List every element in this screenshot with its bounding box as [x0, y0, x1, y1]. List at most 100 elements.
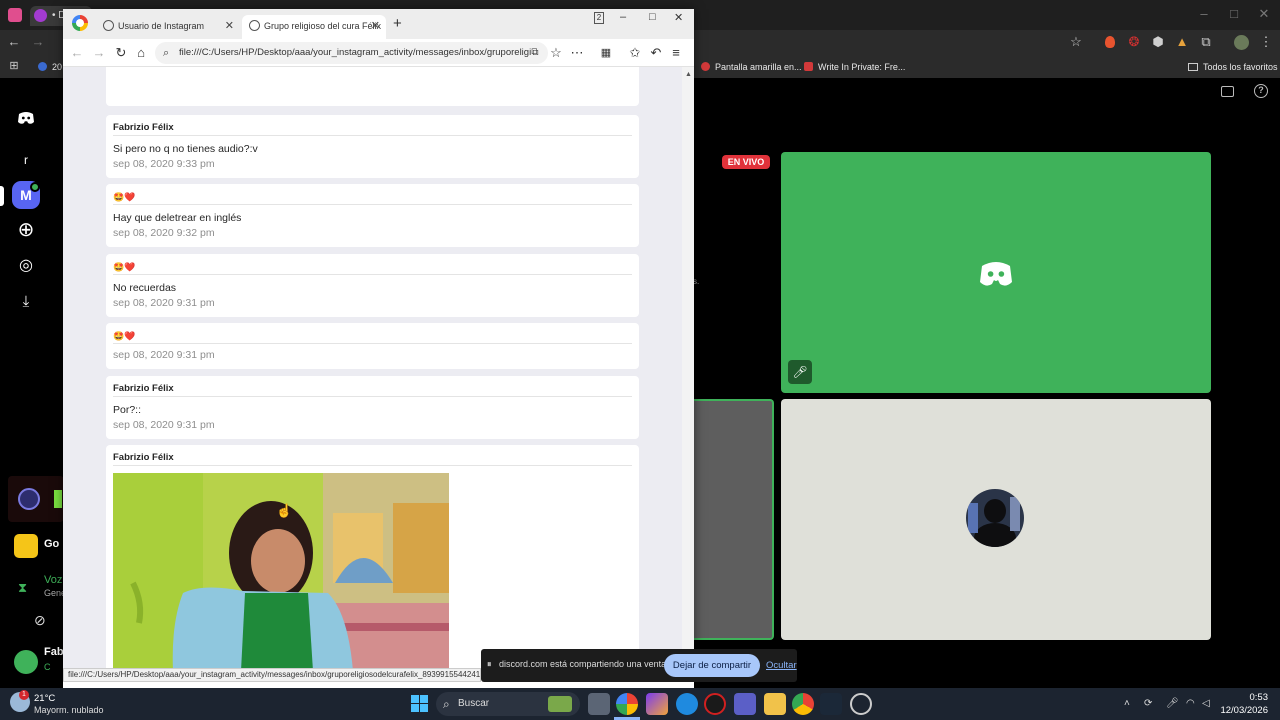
stream-off-icon[interactable]: ⊘ — [34, 612, 46, 629]
hide-share-bar-link[interactable]: Ocultar — [766, 660, 797, 671]
message-text: Por?:: — [113, 404, 142, 416]
close-button[interactable]: ✕ — [674, 11, 683, 24]
message-card — [106, 67, 639, 106]
game-icon — [18, 488, 40, 510]
copilot-icon[interactable] — [646, 693, 668, 715]
close-tab-icon[interactable]: ✕ — [371, 15, 380, 37]
search-icon: ⌕ — [443, 697, 450, 711]
microphone-icon[interactable]: 🎤︎ — [1166, 697, 1179, 711]
more-icon[interactable]: ⋯ — [569, 45, 585, 61]
new-tab-button[interactable]: + — [393, 15, 402, 32]
bookmark-item[interactable]: Pantalla amarilla en... — [701, 60, 802, 74]
screen-share-bar: ⏸ discord.com está compartiendo una vent… — [481, 649, 797, 682]
video-icon — [701, 62, 710, 71]
back-icon[interactable]: ← — [6, 35, 22, 51]
extension-icon[interactable]: ❂ — [1126, 35, 1142, 51]
favorites-icon[interactable]: ✩ — [627, 45, 643, 61]
volume-icon[interactable]: ◁ — [1202, 697, 1210, 711]
help-icon[interactable]: ? — [1254, 84, 1268, 98]
star-icon[interactable]: ☆ — [1068, 35, 1084, 51]
minimize-icon[interactable]: – — [1196, 7, 1212, 23]
forward-icon[interactable]: → — [91, 45, 107, 61]
inbox-icon[interactable] — [1221, 86, 1234, 97]
discord-sidebar: r M ⊕ ◎ ⤓ — [0, 100, 64, 688]
clock-time[interactable]: 0:53 — [1228, 692, 1269, 703]
app-icon[interactable] — [704, 693, 726, 715]
discord-icon[interactable] — [12, 104, 40, 132]
stop-sharing-button[interactable]: Dejar de compartir — [664, 654, 760, 677]
activity-card[interactable] — [8, 476, 64, 522]
undo-icon[interactable]: ↶ — [648, 45, 664, 61]
tab-instagram-user[interactable]: Usuario de Instagram ✕ — [96, 15, 240, 39]
steam-icon[interactable] — [820, 693, 842, 715]
message-date: sep 08, 2020 9:32 pm — [113, 227, 215, 239]
server-icon[interactable]: r — [12, 146, 40, 174]
collections-icon[interactable]: ▦ — [598, 45, 614, 61]
tab-grupo-religioso[interactable]: Grupo religioso del cura Félix ✕ — [242, 15, 386, 39]
avatar[interactable] — [1234, 35, 1249, 50]
url-bar[interactable]: ⌕ file:///C:/Users/HP/Desktop/aaa/your_i… — [155, 42, 548, 64]
forward-icon[interactable]: → — [30, 35, 46, 51]
weather-icon[interactable]: 1 — [10, 690, 30, 712]
video-tile-gray[interactable] — [690, 399, 774, 640]
edge-icon[interactable] — [676, 693, 698, 715]
maximize-button[interactable]: □ — [649, 11, 656, 23]
menu-icon[interactable]: ⋮ — [1258, 35, 1274, 51]
tray-expand-icon[interactable]: ˄ — [1124, 697, 1130, 711]
wifi-icon[interactable]: ◠ — [1186, 697, 1195, 711]
taskbar-search[interactable]: ⌕ Buscar — [436, 692, 580, 716]
close-tab-icon[interactable]: ✕ — [225, 15, 234, 37]
minimize-button[interactable]: – — [620, 11, 626, 23]
add-server-icon[interactable]: ⊕ — [12, 216, 40, 244]
reload-icon[interactable]: ↻ — [113, 45, 129, 61]
video-tile-discord[interactable]: 🎤︎ — [781, 152, 1211, 393]
puzzle-icon[interactable]: ⧉ — [1198, 35, 1214, 51]
popup-tabbar: Usuario de Instagram ✕ Grupo religioso d… — [63, 9, 694, 39]
game-icon — [54, 490, 62, 508]
message-sender: Fabrizio Félix — [113, 383, 632, 397]
star-icon[interactable]: ☆ — [548, 45, 564, 61]
maximize-icon[interactable]: □ — [1226, 7, 1242, 23]
weather-temp[interactable]: 21°C — [34, 693, 55, 704]
globe-icon — [249, 20, 260, 31]
video-tile-user[interactable] — [781, 399, 1211, 640]
tray-app-icon[interactable]: ⟳ — [1144, 697, 1152, 711]
clock-date[interactable]: 12/03/2026 — [1218, 705, 1268, 716]
teams-icon[interactable] — [734, 693, 756, 715]
bookmark-item[interactable]: 20 — [38, 60, 62, 74]
home-icon[interactable]: ⌂ — [133, 45, 149, 61]
scroll-up-icon[interactable]: ▲ — [685, 71, 692, 78]
user-avatar[interactable] — [14, 650, 38, 674]
task-view-icon[interactable] — [588, 693, 610, 715]
bookmark-item[interactable]: Write In Private: Fre... — [804, 60, 905, 74]
page-scrollbar[interactable]: ▲ — [682, 67, 694, 677]
menu-icon[interactable]: ≡ — [668, 45, 684, 61]
browser-app-icon[interactable] — [616, 693, 638, 715]
message-card: Fabrizio Félix Si pero no q no tienes au… — [106, 115, 639, 178]
voice-connected-icon: ⧗ — [18, 580, 28, 595]
file-explorer-icon[interactable] — [764, 693, 786, 715]
windows-start-icon[interactable] — [409, 693, 431, 715]
app-icon[interactable] — [850, 693, 872, 715]
bookmark-folder[interactable]: Todos los favoritos — [1188, 60, 1278, 74]
extension-fire-icon[interactable] — [1105, 36, 1115, 48]
message-text: No recuerdas — [113, 282, 177, 294]
extension-icon[interactable]: ▲ — [1174, 35, 1190, 51]
message-sender: Fabrizio Félix — [113, 122, 632, 136]
go-live-icon[interactable] — [14, 534, 38, 558]
search-icon: ⌕ — [163, 47, 170, 59]
app-icon — [34, 9, 47, 22]
drag-handle-icon[interactable]: ⏸ — [487, 659, 492, 670]
close-icon[interactable]: ✕ — [1256, 7, 1272, 23]
translate-icon[interactable]: ⧉ — [527, 45, 543, 61]
chrome-icon[interactable] — [792, 693, 814, 715]
weather-description[interactable]: Mayorm. nublado — [34, 705, 104, 715]
message-date: sep 08, 2020 9:31 pm — [113, 349, 215, 361]
back-icon[interactable]: ← — [69, 45, 85, 61]
download-icon[interactable]: ⤓ — [12, 288, 40, 316]
apps-icon[interactable]: ⊞ — [6, 59, 22, 75]
tab-count-badge[interactable]: 2 — [594, 12, 604, 24]
tab-icon[interactable] — [8, 8, 22, 22]
compass-icon[interactable]: ◎ — [12, 252, 40, 280]
extension-icon[interactable]: ⬢ — [1150, 35, 1166, 51]
